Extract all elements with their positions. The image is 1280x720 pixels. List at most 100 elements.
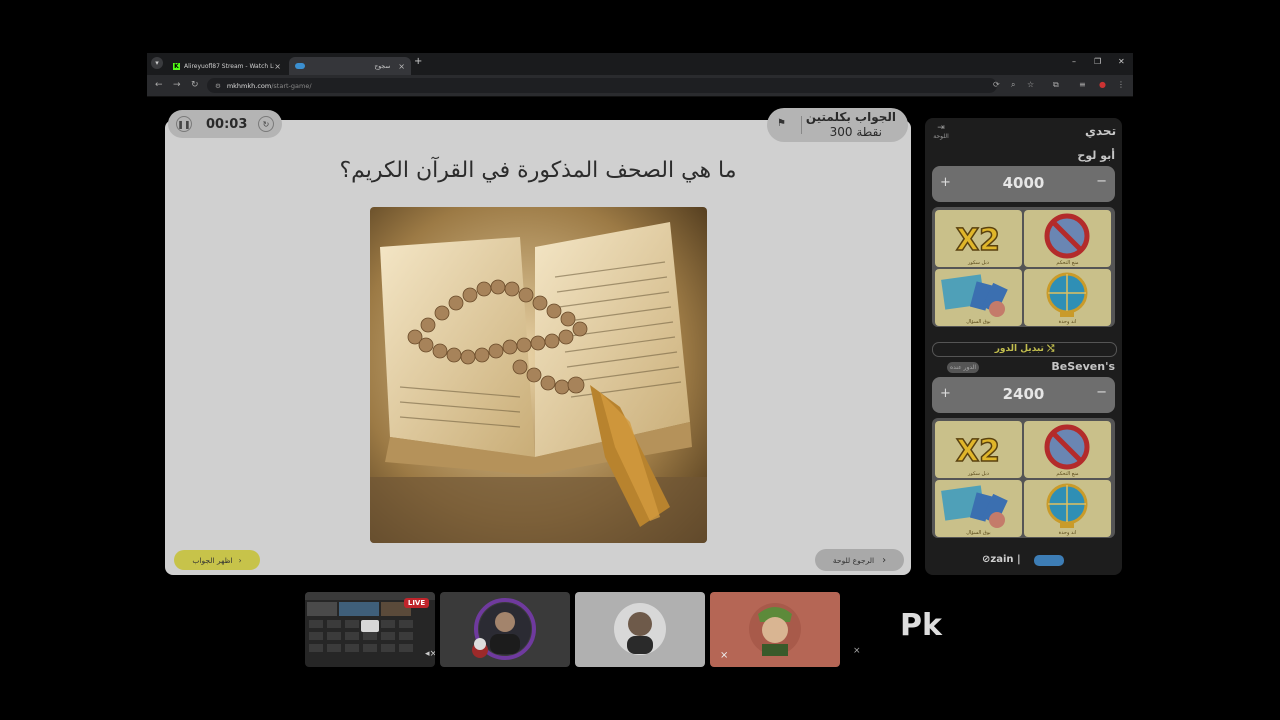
live-badge: LIVE bbox=[404, 598, 429, 608]
svg-text:X2: X2 bbox=[956, 223, 1000, 258]
swap-turn-button[interactable]: تبديل الدور ⤭ bbox=[932, 342, 1117, 357]
svg-text:⨯: ⨯ bbox=[720, 650, 728, 661]
minimize-icon[interactable]: – bbox=[1072, 57, 1076, 66]
question-points: 300 نقطة bbox=[829, 125, 882, 139]
show-answer-label: اظهر الجواب bbox=[192, 555, 233, 565]
report-flag-icon[interactable]: ⚑ bbox=[777, 118, 786, 129]
svg-text:◂×: ◂× bbox=[425, 649, 435, 659]
team-score-control: + 4000 − bbox=[932, 166, 1115, 202]
muted-mic-icon: ⨯ bbox=[853, 646, 861, 656]
streamer-logo: Pk bbox=[900, 608, 942, 643]
profile-icon[interactable]: ● bbox=[1099, 80, 1106, 89]
wheel-icon bbox=[1046, 483, 1088, 528]
new-tab-icon[interactable]: + bbox=[414, 56, 422, 67]
tab-search-icon[interactable]: ▾ bbox=[151, 57, 163, 69]
helper-caption: منع التحكم bbox=[1056, 471, 1079, 477]
helper-caption: دبل سكور bbox=[968, 260, 989, 266]
double-score-icon: X2 bbox=[955, 433, 1001, 470]
kick-favicon-icon: K bbox=[173, 62, 180, 70]
helper-one-more[interactable]: اند وحدة bbox=[1024, 480, 1111, 537]
helper-caption: اند وحدة bbox=[1058, 319, 1077, 325]
back-icon[interactable]: ← bbox=[155, 80, 163, 90]
board-label: اللوحة bbox=[933, 133, 949, 140]
tab-game[interactable]: سجوح × bbox=[289, 57, 411, 75]
helper-question-horn[interactable]: بوق السؤال bbox=[935, 269, 1022, 326]
timer-display: 00:03 bbox=[206, 117, 248, 132]
helper-double-score[interactable]: X2 دبل سكور bbox=[935, 210, 1022, 267]
team-score: 4000 bbox=[1002, 174, 1045, 192]
helper-cards: X2 دبل سكور منع التحكم بوق السؤال اند وح… bbox=[932, 207, 1115, 327]
helper-caption: منع التحكم bbox=[1056, 260, 1079, 266]
helper-one-more[interactable]: اند وحدة bbox=[1024, 269, 1111, 326]
board-button[interactable]: ⇥ اللوحة bbox=[930, 123, 952, 140]
site-favicon-icon bbox=[295, 63, 305, 69]
sponsor-name: ⊘zain | bbox=[982, 554, 1021, 565]
maximize-icon[interactable]: ❐ bbox=[1094, 57, 1101, 66]
helper-cards: X2 دبل سكور منع التحكم بوق السؤال اند وح… bbox=[932, 418, 1115, 538]
tab-kick-stream[interactable]: K Alireyuofl87 Stream - Watch Li × bbox=[167, 57, 287, 75]
bookmark-star-icon[interactable]: ☆ bbox=[1027, 80, 1034, 89]
block-icon bbox=[1044, 213, 1090, 259]
team-name: أبو لوح bbox=[1077, 149, 1115, 162]
reload-icon[interactable]: ↻ bbox=[191, 80, 199, 90]
show-answer-button[interactable]: اظهر الجواب › bbox=[174, 550, 260, 570]
close-window-icon[interactable]: ✕ bbox=[1118, 57, 1125, 66]
tab-bar: ▾ K Alireyuofl87 Stream - Watch Li × سجو… bbox=[147, 53, 1133, 75]
helper-block-control[interactable]: منع التحكم bbox=[1024, 421, 1111, 478]
address-bar-row: ← → ↻ ⚙ mkhmkh.com/start-game/ ⟳ ⌕ ☆ ⧉ ≡… bbox=[147, 75, 1133, 97]
site-info-icon[interactable]: ⚙ bbox=[215, 82, 221, 90]
wheel-icon bbox=[1046, 272, 1088, 317]
back-to-board-button[interactable]: الرجوع للوحة › bbox=[815, 549, 904, 571]
close-tab-icon[interactable]: × bbox=[398, 62, 405, 71]
swap-turn-label: تبديل الدور bbox=[994, 344, 1044, 354]
avatar bbox=[472, 598, 536, 660]
block-icon bbox=[1044, 424, 1090, 470]
participant-tile[interactable] bbox=[575, 592, 705, 667]
team-score: 2400 bbox=[1002, 385, 1045, 403]
site-logo bbox=[1034, 555, 1064, 566]
helper-double-score[interactable]: X2 دبل سكور bbox=[935, 421, 1022, 478]
url-path: /start-game/ bbox=[271, 81, 312, 90]
double-score-icon: X2 bbox=[955, 222, 1001, 259]
team-name: BeSeven's bbox=[1051, 360, 1115, 373]
back-to-board-label: الرجوع للوحة bbox=[832, 555, 875, 565]
zoom-icon[interactable]: ⌕ bbox=[1011, 80, 1015, 90]
media-icon[interactable]: ≡ bbox=[1079, 80, 1086, 89]
url-host: mkhmkh.com bbox=[226, 81, 272, 90]
url-input[interactable]: ⚙ mkhmkh.com/start-game/ bbox=[207, 78, 997, 93]
game-mode-title: تحدي bbox=[1085, 124, 1117, 138]
category-name: الجواب بكلمتين bbox=[805, 110, 896, 124]
avatar bbox=[614, 603, 666, 655]
swap-icon: ⤭ bbox=[1047, 344, 1055, 354]
participant-tile[interactable]: ⨯ bbox=[710, 592, 840, 667]
menu-kebab-icon[interactable]: ⋮ bbox=[1117, 80, 1125, 89]
divider bbox=[801, 116, 802, 134]
svg-text:X2: X2 bbox=[956, 434, 1000, 469]
helper-caption: اند وحدة bbox=[1058, 530, 1077, 536]
helper-caption: بوق السؤال bbox=[966, 530, 991, 536]
category-badge: ⚑ الجواب بكلمتين 300 نقطة bbox=[767, 108, 908, 142]
avatar: ⨯ bbox=[720, 603, 801, 661]
close-tab-icon[interactable]: × bbox=[274, 62, 281, 71]
tab-label: سجوح bbox=[374, 62, 391, 70]
pause-icon[interactable]: ❚❚ bbox=[176, 116, 192, 132]
cards-icon bbox=[941, 274, 1008, 317]
exit-board-icon: ⇥ bbox=[937, 123, 945, 133]
minus-icon[interactable]: − bbox=[1096, 385, 1107, 400]
cast-icon[interactable]: ⟳ bbox=[993, 80, 1000, 89]
forward-icon[interactable]: → bbox=[173, 80, 181, 90]
extensions-icon[interactable]: ⧉ bbox=[1053, 80, 1059, 90]
minus-icon[interactable]: − bbox=[1096, 174, 1107, 189]
reset-timer-icon[interactable]: ↻ bbox=[258, 116, 274, 132]
helper-question-horn[interactable]: بوق السؤال bbox=[935, 480, 1022, 537]
cards-icon bbox=[941, 485, 1008, 528]
helper-block-control[interactable]: منع التحكم bbox=[1024, 210, 1111, 267]
question-text: ما هي الصحف المذكورة في القرآن الكريم؟ bbox=[339, 158, 737, 183]
participant-tile[interactable] bbox=[440, 592, 570, 667]
turn-badge: الدور عنده bbox=[947, 362, 979, 373]
helper-caption: دبل سكور bbox=[968, 471, 989, 477]
question-image bbox=[370, 207, 707, 543]
chevron-left-icon: › bbox=[882, 554, 887, 566]
tab-label: Alireyuofl87 Stream - Watch Li bbox=[184, 62, 274, 70]
timer-control: ❚❚ 00:03 ↻ bbox=[168, 110, 282, 138]
